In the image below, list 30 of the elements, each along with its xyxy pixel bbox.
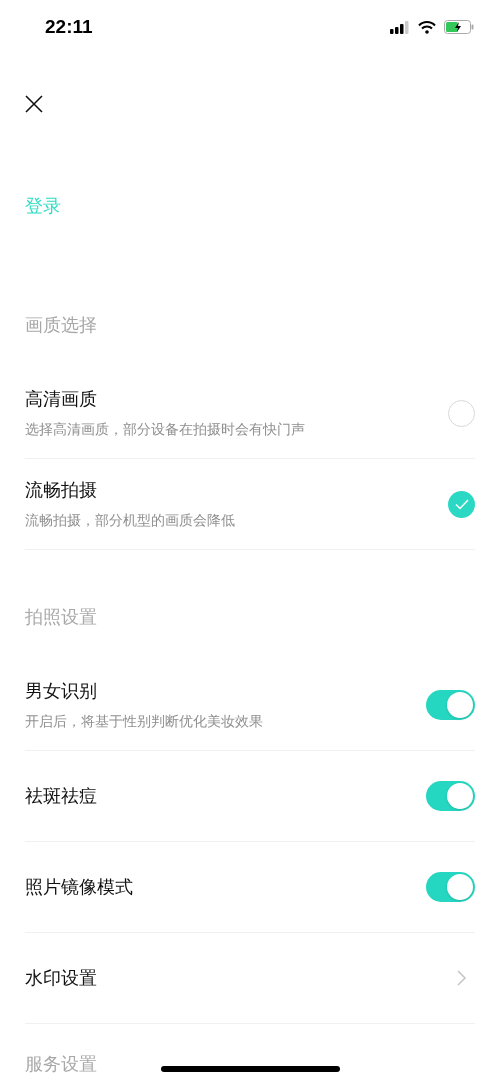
row-subtitle: 流畅拍摄，部分机型的画质会降低 — [25, 511, 235, 530]
chevron-right-icon — [457, 970, 467, 986]
row-subtitle: 选择高清画质，部分设备在拍摄时会有快门声 — [25, 420, 305, 439]
row-title: 水印设置 — [25, 966, 97, 990]
row-title: 男女识别 — [25, 680, 98, 703]
toggle-switch[interactable] — [426, 781, 475, 811]
section-header: 拍照设置 — [25, 606, 97, 629]
status-time: 22:11 — [45, 14, 93, 39]
row-title: 祛斑祛痘 — [25, 784, 97, 808]
settings-row[interactable]: 高清画质 选择高清画质，部分设备在拍摄时会有快门声 — [25, 368, 475, 459]
settings-row[interactable]: 水印设置 — [25, 933, 475, 1024]
section-header: 画质选择 — [25, 314, 97, 337]
battery-icon — [444, 20, 474, 34]
toggle-switch[interactable] — [426, 690, 475, 720]
settings-row[interactable]: 男女识别 开启后，将基于性别判断优化美妆效果 — [25, 660, 475, 751]
check-icon — [454, 498, 469, 510]
radio-button[interactable] — [448, 490, 475, 518]
row-title: 流畅拍摄 — [25, 479, 98, 502]
row-subtitle: 开启后，将基于性别判断优化美妆效果 — [25, 712, 263, 731]
signal-icon — [390, 20, 410, 34]
close-icon[interactable] — [25, 95, 43, 113]
radio-button[interactable] — [448, 399, 475, 427]
section-header: 服务设置 — [25, 1052, 97, 1076]
settings-row[interactable]: 祛斑祛痘 — [25, 751, 475, 842]
toggle-switch[interactable] — [426, 872, 475, 902]
row-title: 高清画质 — [25, 388, 98, 411]
settings-row[interactable]: 照片镜像模式 — [25, 842, 475, 933]
wifi-icon — [418, 20, 436, 34]
row-title: 照片镜像模式 — [25, 875, 133, 899]
settings-row[interactable]: 流畅拍摄 流畅拍摄，部分机型的画质会降低 — [25, 459, 475, 550]
